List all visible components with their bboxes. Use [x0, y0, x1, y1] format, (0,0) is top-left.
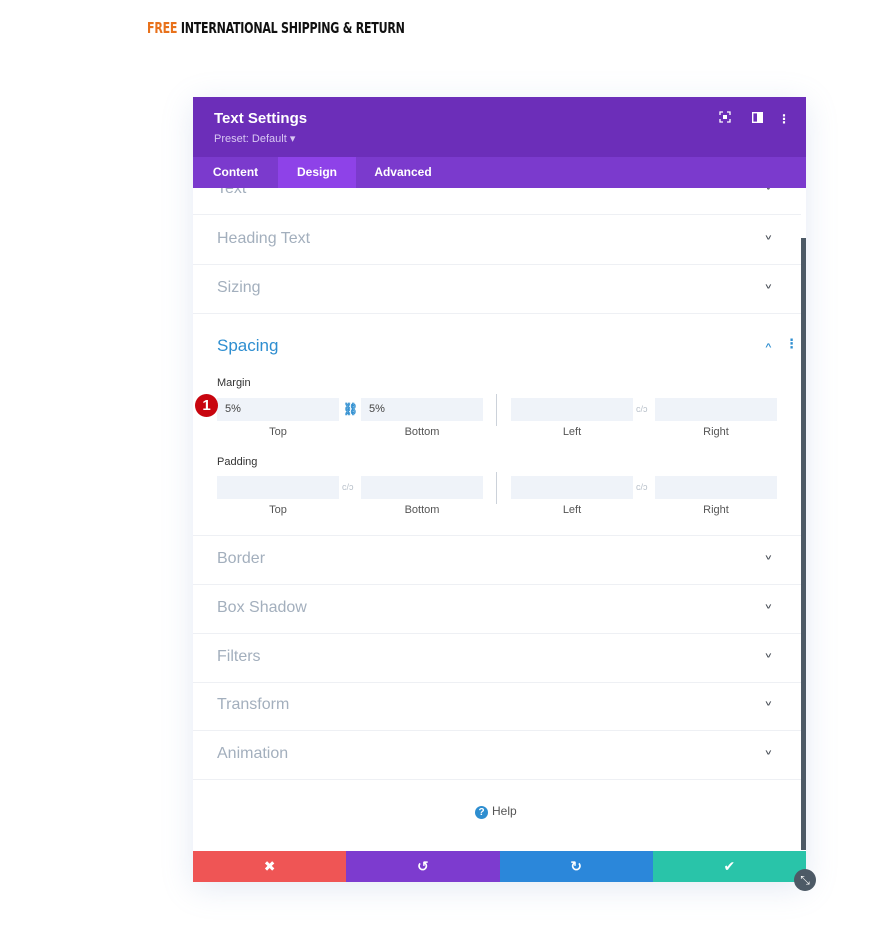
shipping-banner: FREE INTERNATIONAL SHIPPING & RETURN — [147, 19, 405, 37]
scrollbar[interactable] — [801, 238, 806, 850]
section-spacing-title[interactable]: Spacing — [217, 336, 278, 356]
section-label: Text — [217, 188, 247, 197]
divider — [496, 472, 497, 504]
section-animation[interactable]: Animation ∨ — [193, 731, 801, 780]
section-label: Border — [217, 550, 266, 567]
settings-body: Text∨ Heading Text∨ Sizing∨ Spacing ∧ ⋮ … — [193, 188, 806, 851]
margin-left-input[interactable] — [511, 398, 633, 421]
padding-top-input[interactable] — [217, 476, 339, 499]
section-label: Animation — [217, 745, 289, 762]
cancel-button[interactable]: ✖ — [193, 851, 347, 882]
chevron-down-icon: ∨ — [764, 188, 773, 191]
tab-advanced[interactable]: Advanced — [356, 157, 450, 188]
section-label: Heading Text — [217, 230, 311, 247]
section-box-shadow[interactable]: Box Shadow ∨ — [193, 585, 801, 634]
margin-top-input[interactable]: 5% — [217, 398, 339, 421]
section-border[interactable]: Border ∨ — [193, 536, 801, 585]
chevron-down-icon: ∨ — [764, 698, 773, 708]
chevron-down-icon: ∨ — [764, 747, 773, 757]
help-link[interactable]: ? Help — [475, 804, 517, 819]
banner-highlight: FREE — [147, 19, 178, 37]
padding-label: Padding — [217, 456, 258, 468]
caption-left: Left — [562, 504, 582, 516]
step-badge: 1 — [195, 394, 218, 417]
tab-design[interactable]: Design — [278, 157, 356, 188]
section-transform[interactable]: Transform ∨ — [193, 682, 801, 731]
padding-right-input[interactable] — [655, 476, 777, 499]
section-label: Transform — [217, 696, 290, 713]
chevron-down-icon: ∨ — [764, 650, 773, 660]
chevron-down-icon: ∨ — [764, 552, 773, 562]
chevron-down-icon: ∨ — [764, 281, 773, 291]
tab-content[interactable]: Content — [193, 157, 278, 188]
modal-header: Text Settings Preset: Default ▾ ⋮ — [193, 97, 806, 157]
chevron-down-icon: ∨ — [764, 601, 773, 611]
chevron-down-icon: ∨ — [764, 232, 773, 242]
section-heading-text[interactable]: Heading Text ∨ — [193, 216, 801, 265]
caption-bottom: Bottom — [404, 504, 440, 516]
caption-bottom: Bottom — [404, 426, 440, 438]
focus-icon[interactable] — [717, 111, 733, 127]
margin-right-input[interactable] — [655, 398, 777, 421]
caption-right: Right — [703, 426, 729, 438]
undo-button[interactable]: ↺ — [346, 851, 500, 882]
caption-right: Right — [703, 504, 729, 516]
caption-top: Top — [269, 504, 287, 516]
tab-bar: Content Design Advanced — [193, 157, 806, 188]
padding-bottom-input[interactable] — [361, 476, 483, 499]
caption-top: Top — [269, 426, 287, 438]
section-text[interactable]: Text ∨ — [193, 188, 801, 215]
resize-icon[interactable]: ⤡ — [794, 869, 816, 891]
unlink-icon[interactable]: c/ɔ — [636, 482, 648, 492]
help-label: Help — [492, 804, 517, 818]
section-sizing[interactable]: Sizing ∨ — [193, 265, 801, 314]
section-label: Box Shadow — [217, 599, 307, 616]
modal-footer: ✖ ↺ ↻ ✔ — [193, 851, 806, 882]
save-button[interactable]: ✔ — [652, 851, 806, 882]
section-label: Sizing — [217, 279, 261, 296]
margin-bottom-input[interactable]: 5% — [361, 398, 483, 421]
redo-button[interactable]: ↻ — [499, 851, 653, 882]
more-vertical-icon[interactable]: ⋮ — [785, 336, 798, 352]
split-view-icon[interactable] — [749, 111, 765, 127]
text-settings-modal: Text Settings Preset: Default ▾ ⋮ Conten… — [193, 97, 806, 882]
padding-left-input[interactable] — [511, 476, 633, 499]
banner-text: INTERNATIONAL SHIPPING & RETURN — [177, 19, 405, 37]
unlink-icon[interactable]: c/ɔ — [342, 482, 354, 492]
preset-dropdown[interactable]: Preset: Default ▾ — [214, 132, 295, 145]
link-icon[interactable]: ⛓ — [343, 402, 358, 416]
section-label: Filters — [217, 648, 261, 665]
help-icon: ? — [475, 806, 488, 819]
chevron-up-icon[interactable]: ∧ — [764, 341, 773, 349]
caption-left: Left — [562, 426, 582, 438]
modal-title: Text Settings — [214, 110, 308, 127]
divider — [496, 394, 497, 426]
more-vertical-icon[interactable]: ⋮ — [776, 111, 792, 127]
unlink-icon[interactable]: c/ɔ — [636, 404, 648, 414]
section-filters[interactable]: Filters ∨ — [193, 634, 801, 683]
margin-label: Margin — [217, 377, 251, 389]
